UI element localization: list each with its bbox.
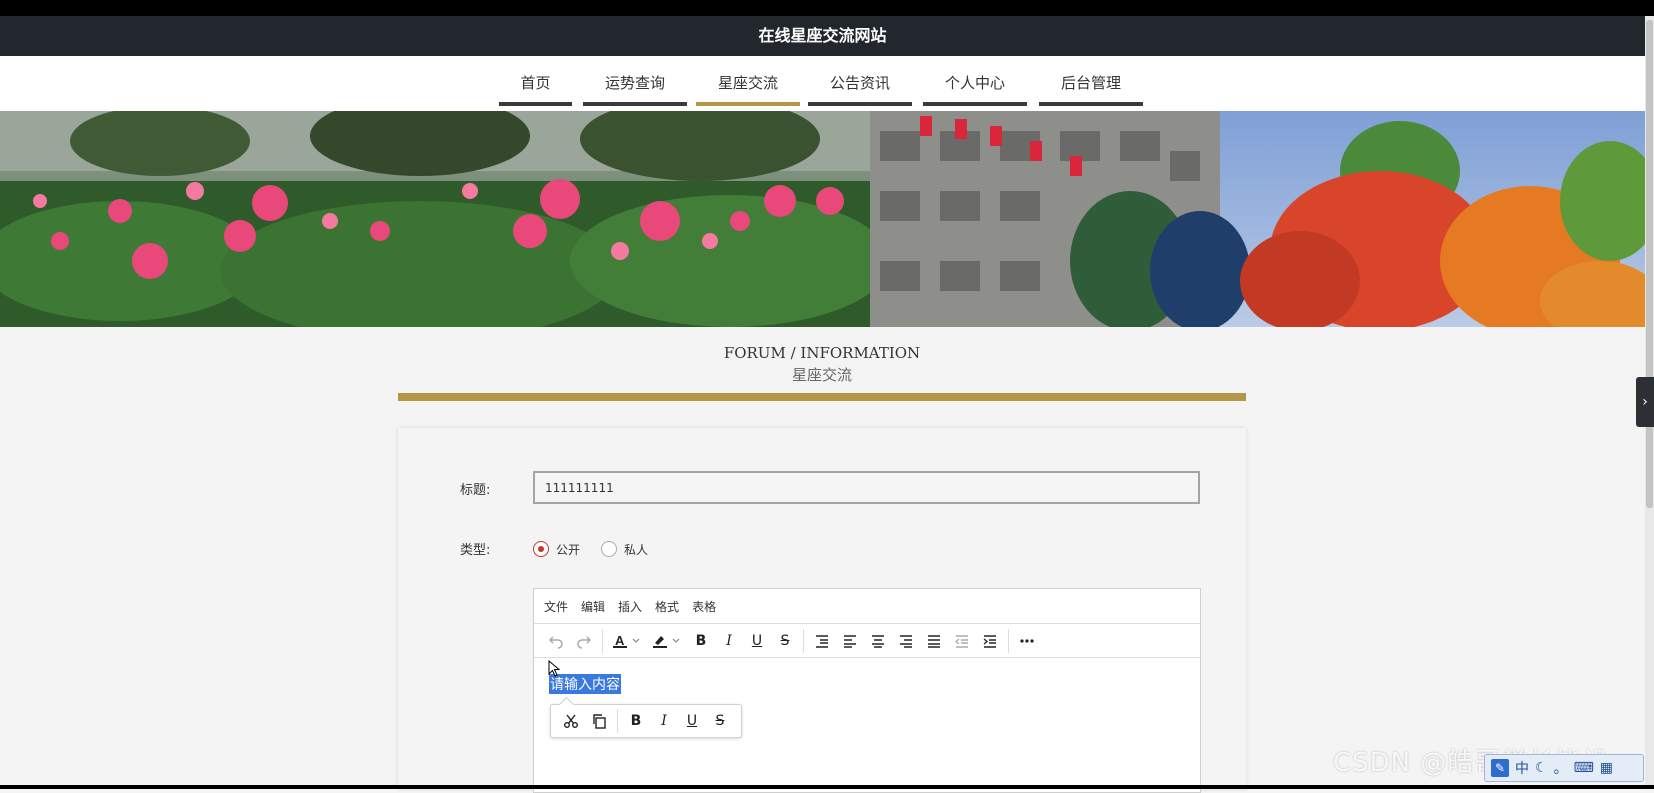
top-black-band bbox=[0, 0, 1654, 16]
underline-icon[interactable]: U bbox=[743, 627, 771, 655]
banner-image bbox=[0, 111, 1645, 327]
section-title-en: FORUM / INFORMATION bbox=[723, 344, 921, 362]
nav-item-forum[interactable]: 星座交流 bbox=[696, 72, 800, 106]
rich-text-editor: 文件 编辑 插入 格式 表格 A B I U S 请输入内容 bbox=[533, 588, 1201, 793]
svg-text:A: A bbox=[615, 633, 625, 648]
quick-format-toolbar: B I U S bbox=[550, 704, 742, 738]
toolbar-separator bbox=[602, 628, 603, 653]
nav-item-label: 运势查询 bbox=[604, 74, 665, 92]
nav-item-label: 星座交流 bbox=[717, 74, 778, 92]
radio-private[interactable]: 私人 bbox=[601, 541, 648, 558]
nav-item-admin[interactable]: 后台管理 bbox=[1039, 72, 1143, 106]
bottom-black-band bbox=[0, 785, 1654, 789]
bold-icon[interactable]: B bbox=[622, 707, 650, 735]
nav-item-news[interactable]: 公告资讯 bbox=[808, 72, 912, 106]
editor-menubar: 文件 编辑 插入 格式 表格 bbox=[534, 589, 1200, 624]
copy-icon[interactable] bbox=[585, 707, 613, 735]
nav-item-home[interactable]: 首页 bbox=[499, 72, 572, 106]
menu-file[interactable]: 文件 bbox=[544, 598, 568, 615]
type-label: 类型: bbox=[460, 543, 491, 558]
text-color-icon[interactable]: A bbox=[607, 627, 647, 655]
moon-icon[interactable]: ☾ bbox=[1535, 760, 1548, 776]
align-justify-icon[interactable] bbox=[920, 627, 948, 655]
menu-insert[interactable]: 插入 bbox=[618, 598, 642, 615]
more-icon[interactable] bbox=[1013, 627, 1041, 655]
mouse-cursor-icon bbox=[548, 660, 561, 677]
nav-item-label: 公告资讯 bbox=[829, 74, 890, 92]
menu-table[interactable]: 表格 bbox=[692, 598, 716, 615]
section-heading: FORUM / INFORMATION 星座交流 bbox=[398, 344, 1246, 385]
align-right-icon[interactable] bbox=[892, 627, 920, 655]
align-left-icon[interactable] bbox=[836, 627, 864, 655]
underline-icon[interactable]: U bbox=[678, 707, 706, 735]
menu-edit[interactable]: 编辑 bbox=[581, 598, 605, 615]
nav-item-label: 个人中心 bbox=[944, 74, 1005, 92]
title-label: 标题: bbox=[460, 483, 491, 498]
radio-checked-icon[interactable] bbox=[533, 541, 549, 557]
side-expand-tab[interactable]: › bbox=[1636, 377, 1654, 427]
toolbar-separator bbox=[803, 628, 804, 653]
ime-mode-label[interactable]: 中 bbox=[1515, 758, 1529, 778]
radio-public[interactable]: 公开 bbox=[533, 541, 580, 558]
type-radio-group: 公开 私人 bbox=[533, 539, 669, 559]
indent-icon[interactable] bbox=[976, 627, 1004, 655]
menu-format[interactable]: 格式 bbox=[655, 598, 679, 615]
radio-private-label: 私人 bbox=[624, 542, 649, 557]
section-divider bbox=[398, 393, 1246, 401]
chevron-right-icon: › bbox=[1642, 394, 1648, 410]
ime-toolbar[interactable]: ✎ 中 ☾ 。 ⌨ ▦ bbox=[1484, 754, 1644, 782]
grid-icon[interactable]: ▦ bbox=[1600, 760, 1613, 776]
hero-banner bbox=[0, 111, 1645, 327]
editor-toolbar: A B I U S bbox=[534, 624, 1200, 658]
radio-public-label: 公开 bbox=[556, 542, 581, 557]
redo-icon[interactable] bbox=[570, 627, 598, 655]
keyboard-icon[interactable]: ⌨ bbox=[1574, 760, 1594, 776]
section-title-cn: 星座交流 bbox=[791, 366, 852, 384]
nav-item-profile[interactable]: 个人中心 bbox=[923, 72, 1027, 106]
align-center-icon[interactable] bbox=[864, 627, 892, 655]
toolbar-separator bbox=[1008, 628, 1009, 653]
outdent-icon[interactable] bbox=[948, 627, 976, 655]
site-title: 在线星座交流网站 bbox=[758, 26, 887, 45]
cut-icon[interactable] bbox=[557, 707, 585, 735]
main-nav: 首页 运势查询 星座交流 公告资讯 个人中心 后台管理 bbox=[0, 56, 1645, 111]
title-input[interactable] bbox=[533, 471, 1200, 504]
toolbar-separator bbox=[617, 709, 618, 733]
nav-item-label: 首页 bbox=[520, 74, 551, 92]
nav-item-label: 后台管理 bbox=[1060, 74, 1121, 92]
undo-icon[interactable] bbox=[542, 627, 570, 655]
site-title-bar: 在线星座交流网站 bbox=[0, 16, 1645, 56]
strikethrough-icon[interactable]: S bbox=[706, 707, 734, 735]
italic-icon[interactable]: I bbox=[715, 627, 743, 655]
bold-icon[interactable]: B bbox=[687, 627, 715, 655]
scroll-thumb[interactable] bbox=[1646, 20, 1653, 508]
punctuation-icon[interactable]: 。 bbox=[1554, 758, 1568, 778]
radio-unchecked-icon[interactable] bbox=[601, 541, 618, 557]
strikethrough-icon[interactable]: S bbox=[771, 627, 799, 655]
highlight-icon[interactable] bbox=[647, 627, 687, 655]
line-height-icon[interactable] bbox=[808, 627, 836, 655]
nav-item-fortune[interactable]: 运势查询 bbox=[583, 72, 687, 106]
ime-logo-icon: ✎ bbox=[1491, 759, 1509, 777]
italic-icon[interactable]: I bbox=[650, 707, 678, 735]
